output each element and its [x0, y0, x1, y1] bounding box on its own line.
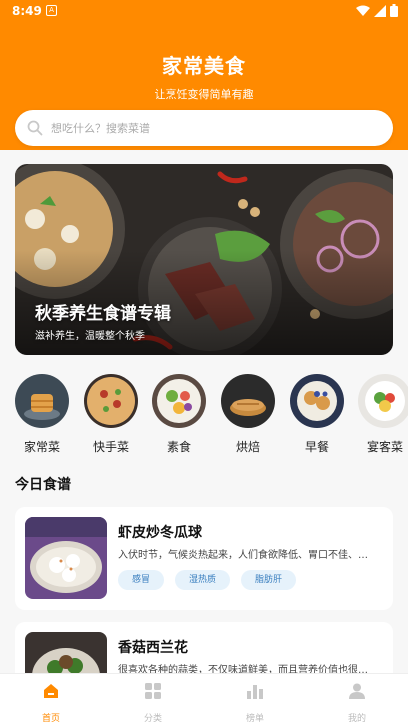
recipe-tag[interactable]: 湿热质 — [175, 570, 231, 590]
bottom-tab-bar: 首页 分类 榜单 我的 — [0, 673, 408, 725]
category-label: 烘焙 — [235, 440, 260, 454]
chart-icon — [247, 685, 263, 699]
category-image — [221, 374, 275, 428]
recipe-image — [25, 517, 107, 599]
category-label: 家常菜 — [23, 440, 60, 454]
category-label: 快手菜 — [92, 440, 129, 454]
tab-profile[interactable]: 我的 — [306, 682, 408, 724]
tab-label: 榜单 — [245, 714, 264, 724]
featured-banner[interactable]: 秋季养生食谱专辑 滋补养生，温暖整个秋季 — [15, 164, 393, 355]
category-item-vegetarian[interactable]: 素食 — [145, 374, 213, 455]
status-time: 8:49 — [12, 4, 42, 18]
battery-icon — [390, 4, 398, 17]
category-item-banquet[interactable]: 宴客菜 — [351, 374, 408, 455]
category-image — [15, 374, 69, 428]
banner-subtitle: 滋补养生，温暖整个秋季 — [35, 331, 145, 342]
category-label: 早餐 — [304, 440, 329, 454]
recipe-tag[interactable]: 脂肪肝 — [241, 570, 297, 590]
category-row: 家常菜 快手菜 素食 烘焙 早餐 宴客菜 — [0, 374, 408, 458]
category-item-quick[interactable]: 快手菜 — [77, 374, 145, 455]
notification-icon: A — [46, 5, 57, 16]
category-label: 宴客菜 — [366, 440, 403, 454]
category-image — [290, 374, 344, 428]
grid-icon — [145, 683, 161, 699]
recipe-tag[interactable]: 感冒 — [118, 570, 165, 590]
banner-title: 秋季养生食谱专辑 — [35, 304, 171, 324]
cellular-icon — [374, 4, 386, 17]
section-title: 今日食谱 — [15, 477, 71, 493]
recipe-tags: 感冒 湿热质 脂肪肝 — [118, 570, 297, 590]
tab-home[interactable]: 首页 — [0, 682, 102, 724]
app-title: 家常美食 — [162, 54, 246, 78]
tab-label: 我的 — [347, 714, 366, 724]
tab-label: 分类 — [143, 714, 162, 724]
category-image — [84, 374, 138, 428]
category-item-breakfast[interactable]: 早餐 — [283, 374, 351, 455]
status-icons — [356, 4, 398, 17]
tab-label: 首页 — [41, 714, 60, 724]
recipe-description: 入伏时节，气候炎热起来，人们食欲降低、胃口不佳、… — [118, 550, 368, 561]
tab-category[interactable]: 分类 — [102, 682, 204, 724]
category-item-home-style[interactable]: 家常菜 — [8, 374, 76, 455]
recipe-title: 虾皮炒冬瓜球 — [118, 525, 202, 541]
category-image — [152, 374, 206, 428]
tab-ranking[interactable]: 榜单 — [204, 682, 306, 724]
recipe-title: 香菇西兰花 — [118, 640, 188, 656]
category-image — [358, 374, 408, 428]
app-subtitle: 让烹饪变得简单有趣 — [154, 88, 254, 101]
user-icon — [349, 683, 365, 699]
home-icon — [44, 684, 58, 698]
recipe-card[interactable]: 虾皮炒冬瓜球 入伏时节，气候炎热起来，人们食欲降低、胃口不佳、… 感冒 湿热质 … — [15, 507, 393, 610]
category-label: 素食 — [166, 440, 191, 454]
search-bar[interactable] — [15, 110, 393, 146]
status-bar: 8:49 A — [0, 0, 408, 24]
search-input[interactable] — [51, 110, 371, 146]
category-item-baking[interactable]: 烘焙 — [214, 374, 282, 455]
wifi-icon — [356, 5, 370, 16]
search-icon — [27, 120, 43, 136]
